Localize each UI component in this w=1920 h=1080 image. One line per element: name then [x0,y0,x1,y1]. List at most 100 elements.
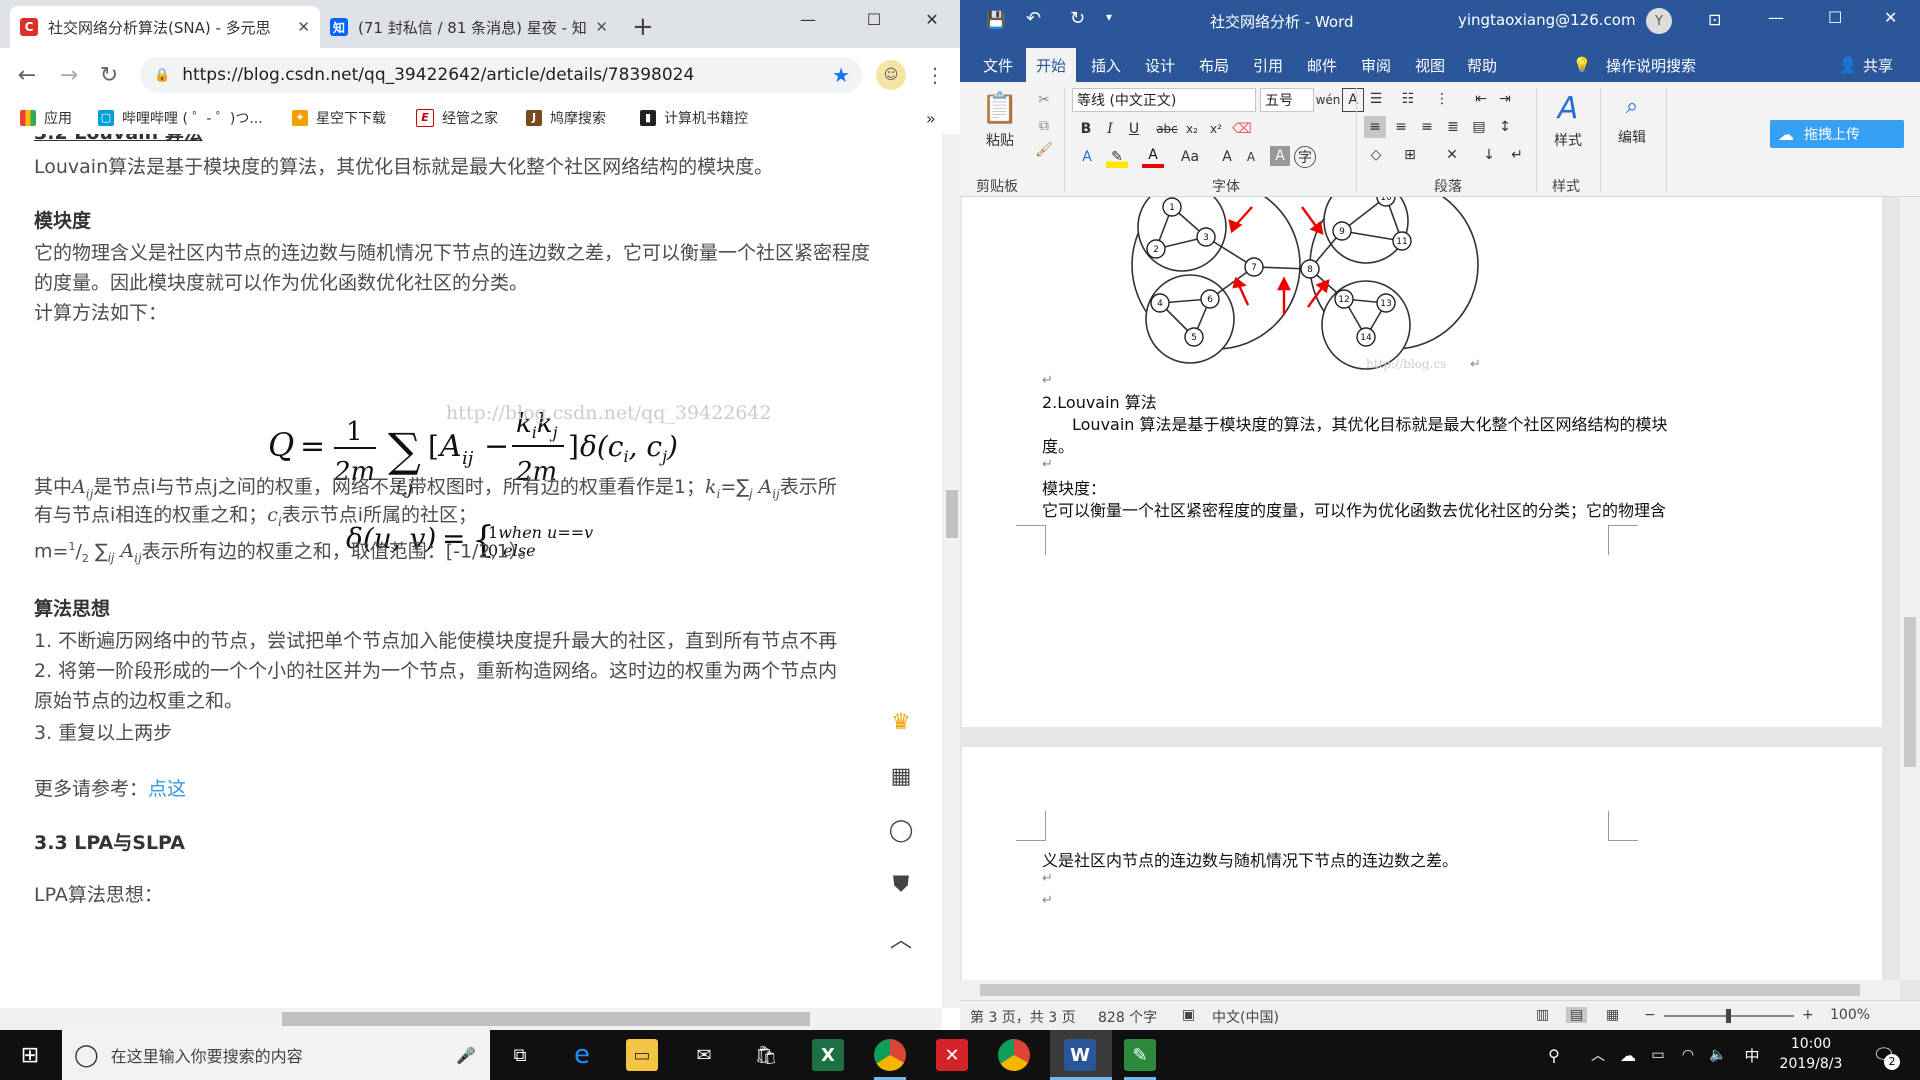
volume-icon[interactable]: 🔈 [1702,1039,1734,1071]
tab-design[interactable]: 设计 [1140,50,1180,80]
editing-button[interactable]: 编辑 [1610,126,1654,148]
increase-indent-icon[interactable]: ⇥ [1494,88,1516,110]
minimize-icon[interactable]: — [786,0,830,38]
task-view-icon[interactable]: ⧉ [504,1039,536,1071]
styles-button[interactable]: 样式 [1546,130,1590,150]
enclose-characters-icon[interactable]: 字 [1294,146,1316,168]
people-icon[interactable]: ⚲ [1538,1039,1570,1071]
bookmark-pinggu[interactable]: E 经管之家 [416,108,498,128]
paste-button[interactable]: 粘贴 [978,130,1022,150]
read-mode-icon[interactable]: ▥ [1536,1007,1549,1023]
new-tab-button[interactable]: + [622,6,662,48]
italic-icon[interactable]: I [1100,118,1120,140]
back-to-top-icon[interactable]: ︿ [874,912,928,964]
language[interactable]: 中文(中国) [1212,1007,1279,1027]
zoom-slider-thumb[interactable] [1726,1009,1731,1023]
text-effects-icon[interactable]: A [1076,146,1098,168]
bookmark-star-icon[interactable]: ★ [832,63,850,87]
copy-icon[interactable]: ⧉ [1034,116,1054,136]
bookmark-books[interactable]: ▮ 计算机书籍控 [640,108,748,128]
word-vertical-scrollbar[interactable] [1900,197,1920,980]
bookmark-apps[interactable]: 应用 [20,108,72,128]
web-layout-icon[interactable]: ▦ [1606,1007,1619,1023]
more-link[interactable]: 点这 [148,778,186,800]
close-tab-icon[interactable]: ✕ [297,18,310,36]
pycharm-icon[interactable]: ✎ [1124,1039,1156,1071]
edge-icon[interactable]: e [566,1039,598,1071]
sort-icon[interactable]: ↓ [1478,144,1500,166]
tell-me-search[interactable]: 操作说明搜索 [1596,50,1706,80]
tab-help[interactable]: 帮助 [1462,50,1502,80]
save-icon[interactable]: 💾 [986,10,1006,29]
report-icon[interactable]: ⛊ [874,858,928,910]
tab-file[interactable]: 文件 [978,50,1018,80]
subscript-icon[interactable]: x₂ [1182,118,1202,140]
bold-icon[interactable]: B [1076,118,1096,140]
character-shading-icon[interactable]: A [1270,146,1290,166]
character-border-icon[interactable]: A [1342,88,1364,112]
menu-icon[interactable]: ⋮ [918,58,952,92]
proofing-icon[interactable]: ▣ [1182,1007,1195,1023]
scroll-thumb[interactable] [980,984,1860,996]
store-icon[interactable]: 🛍 [750,1039,782,1071]
profile-avatar[interactable]: ☺ [876,60,906,90]
share-button[interactable]: 共享 [1858,50,1898,80]
word-icon[interactable]: W [1064,1039,1096,1071]
user-email[interactable]: yingtaoxiang@126.com [1458,11,1636,29]
close-tab-icon[interactable]: ✕ [595,18,608,36]
excel-icon[interactable]: X [812,1039,844,1071]
cut-icon[interactable]: ✂ [1034,90,1054,110]
numbering-icon[interactable]: ☷ [1396,88,1420,110]
address-bar[interactable]: 🔒 https://blog.csdn.net/qq_39422642/arti… [140,57,862,93]
tab-insert[interactable]: 插入 [1086,50,1126,80]
close-window-icon[interactable]: ✕ [1884,8,1897,27]
vip-icon[interactable]: ♛ [874,696,928,748]
minimize-icon[interactable]: — [1768,8,1784,27]
undo-icon[interactable]: ↶ [1026,8,1041,29]
microphone-icon[interactable]: 🎤 [456,1046,476,1065]
chinese-layout-icon[interactable]: ✕ [1440,144,1464,166]
align-center-icon[interactable]: ≡ [1390,116,1412,138]
forward-icon[interactable]: → [52,58,86,92]
onedrive-icon[interactable]: ☁ [1612,1039,1644,1071]
font-color-icon[interactable]: A [1142,146,1164,168]
paste-clipboard-icon[interactable]: 📋 [981,88,1018,128]
document-area[interactable]: 123 746 589 10 11 12 13 14 http://blog.cs ↵… [960,197,1900,980]
back-icon[interactable]: ← [10,58,44,92]
justify-icon[interactable]: ≣ [1442,116,1464,138]
scroll-thumb[interactable] [946,490,958,538]
maximize-icon[interactable]: ☐ [852,0,896,38]
maximize-icon[interactable]: ☐ [1828,8,1842,27]
windows-start-icon[interactable]: ⊞ [14,1039,46,1071]
qq-icon[interactable]: ◯ [874,804,928,856]
redo-icon[interactable]: ↻ [1070,8,1085,29]
wifi-icon[interactable]: ◠ [1672,1039,1704,1071]
tab-mailings[interactable]: 邮件 [1302,50,1342,80]
highlight-icon[interactable]: ✎ [1106,146,1128,168]
line-spacing-icon[interactable]: ↕ [1494,116,1516,138]
xmind-icon[interactable]: ✕ [936,1039,968,1071]
font-size-dropdown[interactable]: 五号 [1260,88,1314,112]
scroll-thumb[interactable] [282,1012,810,1026]
multilevel-list-icon[interactable]: ⋮ [1430,88,1454,110]
bookmark-bilibili[interactable]: ▢ 哔哩哔哩 ( ゜- ゜)つ... [98,108,263,128]
find-magnifier-icon[interactable]: ⌕ [1614,88,1650,124]
clock-time[interactable]: 10:00 [1776,1036,1846,1052]
decrease-indent-icon[interactable]: ⇤ [1470,88,1492,110]
format-painter-icon[interactable]: 🖌 [1034,140,1054,160]
zoom-out-icon[interactable]: − [1644,1007,1656,1023]
scroll-thumb[interactable] [1904,617,1916,767]
ribbon-display-options-icon[interactable]: ⊡ [1708,10,1721,29]
chrome-profile-icon[interactable] [998,1039,1030,1071]
chrome-horizontal-scrollbar[interactable] [0,1008,942,1030]
tab-review[interactable]: 审阅 [1356,50,1396,80]
reload-icon[interactable]: ↻ [92,58,126,92]
ime-indicator[interactable]: 中 [1736,1039,1768,1071]
bookmark-jiumo[interactable]: J 鸠摩搜索 [526,108,606,128]
zoom-level[interactable]: 100% [1830,1007,1870,1023]
superscript-icon[interactable]: x² [1206,118,1226,140]
tab-csdn[interactable]: C 社交网络分析算法(SNA) - 多元思 ✕ [10,6,320,48]
shrink-font-icon[interactable]: A [1242,146,1260,168]
tab-references[interactable]: 引用 [1248,50,1288,80]
word-horizontal-scrollbar[interactable] [960,980,1900,1000]
